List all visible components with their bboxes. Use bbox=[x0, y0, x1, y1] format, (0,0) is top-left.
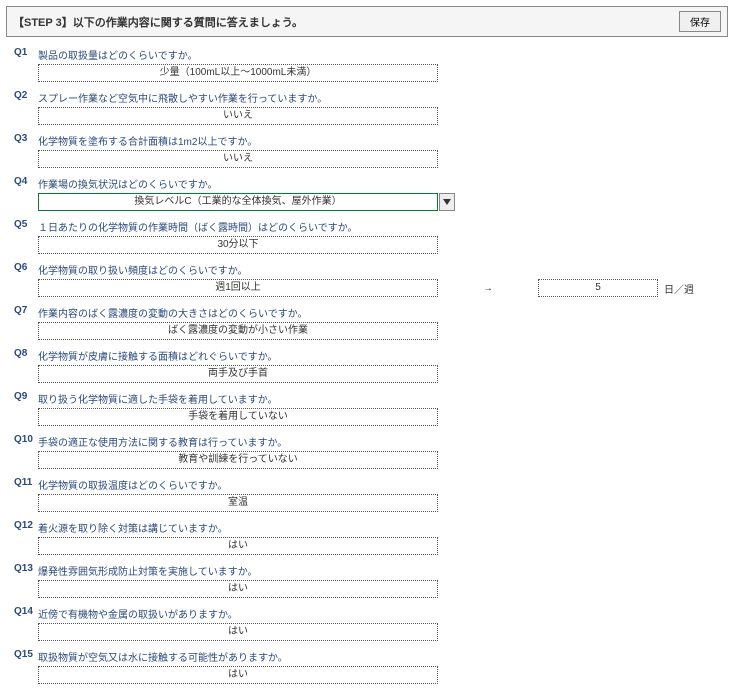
question-number: Q7 bbox=[14, 303, 38, 316]
answer-select[interactable]: いいえ bbox=[38, 150, 438, 168]
answer-select[interactable]: はい bbox=[38, 666, 438, 684]
question-number: Q1 bbox=[14, 45, 38, 58]
answer-row: はい bbox=[6, 666, 728, 684]
question-row: Q10手袋の適正な使用方法に関する教育は行っていますか。 bbox=[6, 432, 728, 449]
answer-row: ばく露濃度の変動が小さい作業 bbox=[6, 322, 728, 340]
question-row: Q2スプレー作業など空気中に飛散しやすい作業を行っていますか。 bbox=[6, 88, 728, 105]
question-text: 化学物質の取り扱い頻度はどのくらいですか。 bbox=[38, 260, 248, 277]
value-input[interactable]: 5 bbox=[538, 279, 658, 297]
unit-label: 日／週 bbox=[658, 281, 694, 296]
answer-select[interactable]: 教育や訓練を行っていない bbox=[38, 451, 438, 469]
answer-select[interactable]: 両手及び手首 bbox=[38, 365, 438, 383]
question-text: 近傍で有機物や金属の取扱いがありますか。 bbox=[38, 604, 238, 621]
answer-row: 30分以下 bbox=[6, 236, 728, 254]
question-text: 手袋の適正な使用方法に関する教育は行っていますか。 bbox=[38, 432, 287, 449]
question-row: Q12着火源を取り除く対策は講じていますか。 bbox=[6, 518, 728, 535]
question-text: 作業場の換気状況はどのくらいですか。 bbox=[38, 174, 218, 191]
answer-select[interactable]: 換気レベルC（工業的な全体換気、屋外作業） bbox=[38, 193, 438, 211]
question-row: Q11化学物質の取扱温度はどのくらいですか。 bbox=[6, 475, 728, 492]
question-text: 爆発性雰囲気形成防止対策を実施していますか。 bbox=[38, 561, 258, 578]
question-row: Q15取扱物質が空気又は水に接触する可能性がありますか。 bbox=[6, 647, 728, 664]
question-text: 化学物質の取扱温度はどのくらいですか。 bbox=[38, 475, 228, 492]
question-number: Q14 bbox=[14, 604, 38, 617]
answer-row: いいえ bbox=[6, 150, 728, 168]
question-row: Q14近傍で有機物や金属の取扱いがありますか。 bbox=[6, 604, 728, 621]
save-button[interactable]: 保存 bbox=[679, 11, 721, 32]
question-number: Q8 bbox=[14, 346, 38, 359]
answer-select[interactable]: 週1回以上 bbox=[38, 279, 438, 297]
answer-select[interactable]: はい bbox=[38, 623, 438, 641]
question-number: Q2 bbox=[14, 88, 38, 101]
question-row: Q9取り扱う化学物質に適した手袋を着用していますか。 bbox=[6, 389, 728, 406]
question-text: 化学物質が皮膚に接触する面積はどれぐらいですか。 bbox=[38, 346, 278, 363]
answer-row: 教育や訓練を行っていない bbox=[6, 451, 728, 469]
answer-row: いいえ bbox=[6, 107, 728, 125]
question-number: Q3 bbox=[14, 131, 38, 144]
question-number: Q11 bbox=[14, 475, 38, 488]
answer-select[interactable]: 30分以下 bbox=[38, 236, 438, 254]
question-row: Q6化学物質の取り扱い頻度はどのくらいですか。 bbox=[6, 260, 728, 277]
question-row: Q3化学物質を塗布する合計面積は1m2以上ですか。 bbox=[6, 131, 728, 148]
answer-row: 少量（100mL以上～1000mL未満） bbox=[6, 64, 728, 82]
answer-select[interactable]: いいえ bbox=[38, 107, 438, 125]
question-row: Q8化学物質が皮膚に接触する面積はどれぐらいですか。 bbox=[6, 346, 728, 363]
answer-row: はい bbox=[6, 537, 728, 555]
question-row: Q4作業場の換気状況はどのくらいですか。 bbox=[6, 174, 728, 191]
answer-row: 室温 bbox=[6, 494, 728, 512]
question-text: 作業内容のばく露濃度の変動の大きさはどのくらいですか。 bbox=[38, 303, 308, 320]
answer-select[interactable]: 室温 bbox=[38, 494, 438, 512]
question-text: 化学物質を塗布する合計面積は1m2以上ですか。 bbox=[38, 131, 257, 148]
answer-select[interactable]: ばく露濃度の変動が小さい作業 bbox=[38, 322, 438, 340]
step-title: 【STEP 3】以下の作業内容に関する質問に答えましょう。 bbox=[13, 14, 303, 30]
question-text: スプレー作業など空気中に飛散しやすい作業を行っていますか。 bbox=[38, 88, 327, 105]
question-row: Q13爆発性雰囲気形成防止対策を実施していますか。 bbox=[6, 561, 728, 578]
question-text: 製品の取扱量はどのくらいですか。 bbox=[38, 45, 198, 62]
answer-select[interactable]: はい bbox=[38, 537, 438, 555]
question-number: Q13 bbox=[14, 561, 38, 574]
answer-select[interactable]: 手袋を着用していない bbox=[38, 408, 438, 426]
answer-row: 週1回以上→5日／週 bbox=[6, 279, 728, 297]
question-number: Q12 bbox=[14, 518, 38, 531]
answer-row: はい bbox=[6, 623, 728, 641]
answer-select[interactable]: 少量（100mL以上～1000mL未満） bbox=[38, 64, 438, 82]
question-number: Q10 bbox=[14, 432, 38, 445]
question-number: Q5 bbox=[14, 217, 38, 230]
question-number: Q15 bbox=[14, 647, 38, 660]
question-row: Q7作業内容のばく露濃度の変動の大きさはどのくらいですか。 bbox=[6, 303, 728, 320]
answer-select[interactable]: はい bbox=[38, 580, 438, 598]
answer-row: 両手及び手首 bbox=[6, 365, 728, 383]
question-text: 取扱物質が空気又は水に接触する可能性がありますか。 bbox=[38, 647, 288, 664]
question-number: Q9 bbox=[14, 389, 38, 402]
step-header: 【STEP 3】以下の作業内容に関する質問に答えましょう。 保存 bbox=[6, 6, 728, 37]
question-row: Q1製品の取扱量はどのくらいですか。 bbox=[6, 45, 728, 62]
chevron-down-icon[interactable] bbox=[439, 193, 455, 211]
question-text: １日あたりの化学物質の作業時間（ばく露時間）はどのくらいですか。 bbox=[38, 217, 358, 234]
question-text: 取り扱う化学物質に適した手袋を着用していますか。 bbox=[38, 389, 278, 406]
question-list: Q1製品の取扱量はどのくらいですか。少量（100mL以上～1000mL未満）Q2… bbox=[6, 45, 728, 684]
answer-row: 換気レベルC（工業的な全体換気、屋外作業） bbox=[6, 193, 728, 211]
question-row: Q5１日あたりの化学物質の作業時間（ばく露時間）はどのくらいですか。 bbox=[6, 217, 728, 234]
answer-row: 手袋を着用していない bbox=[6, 408, 728, 426]
question-number: Q4 bbox=[14, 174, 38, 187]
question-text: 着火源を取り除く対策は講じていますか。 bbox=[38, 518, 228, 535]
arrow-icon: → bbox=[438, 283, 538, 294]
answer-row: はい bbox=[6, 580, 728, 598]
question-number: Q6 bbox=[14, 260, 38, 273]
